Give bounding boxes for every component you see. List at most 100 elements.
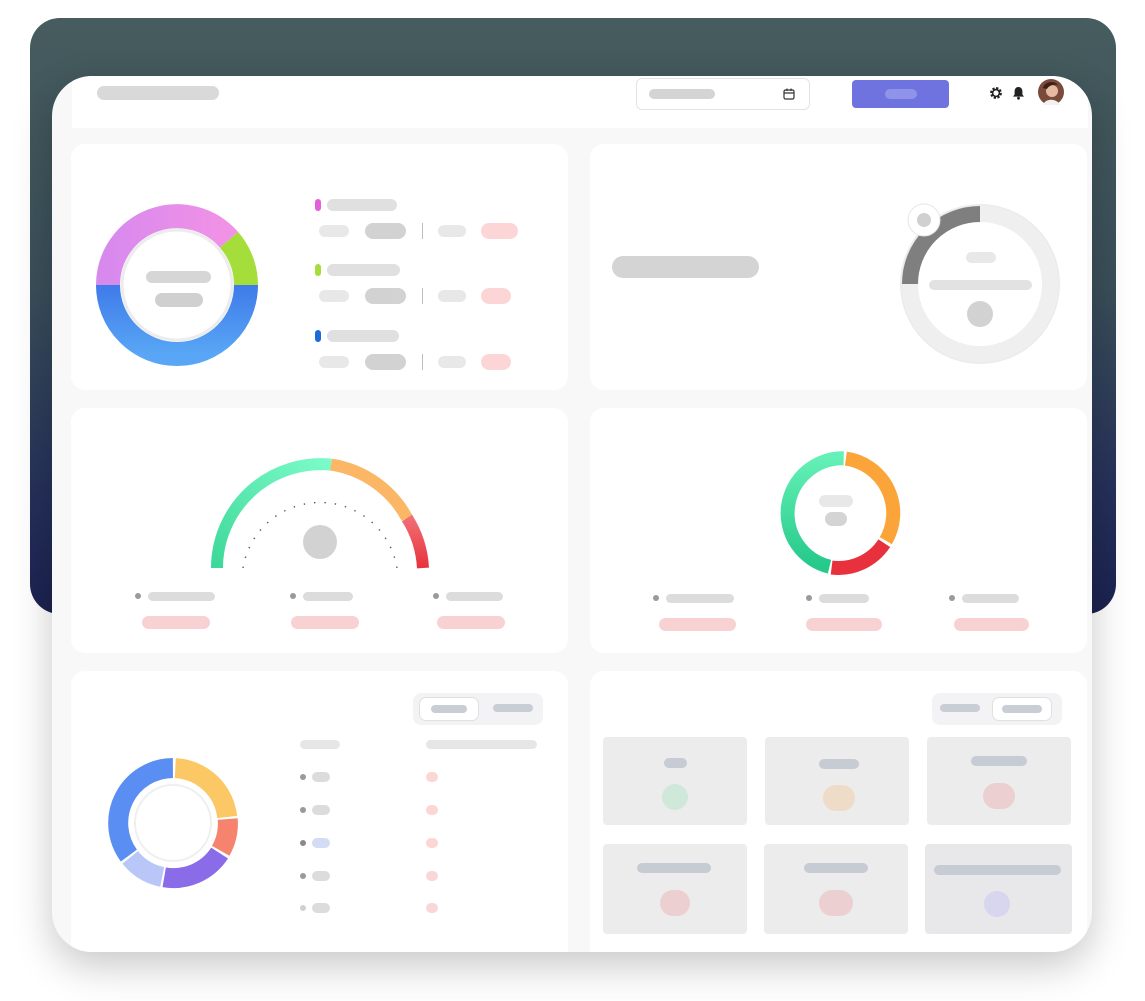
tile[interactable]	[603, 844, 747, 934]
avatar[interactable]	[1038, 79, 1064, 105]
legend-value	[438, 290, 466, 302]
table-row	[300, 903, 540, 915]
legend-dot	[949, 595, 955, 601]
primary-action-button[interactable]	[852, 80, 949, 108]
progress-title	[612, 256, 759, 278]
row-value	[426, 838, 438, 848]
breakdown-donut	[108, 758, 238, 889]
legend-value	[365, 223, 406, 239]
legend-divider	[422, 223, 423, 239]
legend-label	[327, 330, 399, 342]
row-value	[426, 805, 438, 815]
tile-badge	[819, 890, 853, 916]
legend-value	[437, 616, 505, 629]
row-value	[426, 871, 438, 881]
bell-icon[interactable]	[1012, 86, 1025, 100]
tab-label	[940, 704, 980, 712]
tile-badge	[983, 783, 1015, 809]
tile[interactable]	[765, 737, 909, 825]
date-picker[interactable]	[636, 78, 810, 110]
legend-item	[315, 264, 525, 312]
tile-label	[637, 863, 711, 873]
legend-label	[327, 264, 400, 276]
legend-item	[315, 199, 525, 247]
legend-value	[954, 618, 1029, 631]
legend-label	[327, 199, 397, 211]
legend-label	[819, 594, 869, 603]
legend-label	[666, 594, 734, 603]
legend-value	[806, 618, 882, 631]
date-picker-value	[649, 89, 715, 99]
tiles-tab-2[interactable]	[992, 697, 1052, 721]
table-row	[300, 871, 540, 883]
distribution-card	[590, 408, 1087, 653]
legend-label	[962, 594, 1019, 603]
table-row	[300, 838, 540, 850]
tab-label	[431, 705, 467, 713]
legend-value	[319, 290, 349, 302]
row-dot	[300, 905, 306, 911]
legend-value	[365, 354, 406, 370]
row-label	[312, 805, 330, 815]
legend-value	[142, 616, 210, 629]
tab-label	[1002, 705, 1042, 713]
tab-label	[493, 704, 533, 712]
breakdown-tab-1[interactable]	[419, 697, 479, 721]
gauge-legend-item	[433, 590, 513, 630]
speed-gauge	[211, 458, 429, 569]
tile-label	[819, 759, 859, 769]
legend-dot	[433, 593, 439, 599]
gauge-legend-item	[135, 590, 215, 630]
tiles-tab-1[interactable]	[936, 697, 992, 719]
tile[interactable]	[925, 844, 1072, 934]
distribution-legend-item	[806, 592, 891, 632]
row-value	[426, 772, 438, 782]
calendar-icon[interactable]	[783, 88, 795, 100]
legend-label	[446, 592, 503, 601]
allocation-card	[71, 144, 568, 390]
tiles-card	[590, 671, 1087, 952]
column-header	[300, 740, 340, 749]
top-bar	[72, 76, 1088, 128]
legend-value	[659, 618, 736, 631]
legend-divider	[422, 354, 423, 370]
legend-value	[365, 288, 406, 304]
table-row	[300, 805, 540, 817]
distribution-legend-item	[949, 592, 1034, 632]
row-label	[312, 838, 330, 848]
legend-divider	[422, 288, 423, 304]
page-title	[97, 86, 219, 100]
distribution-legend-item	[653, 592, 738, 632]
progress-ring	[900, 203, 1060, 364]
gauge-card	[71, 408, 568, 653]
tile-label	[934, 865, 1061, 875]
distribution-donut	[780, 451, 901, 576]
tile-label	[664, 758, 687, 768]
tile-badge	[823, 785, 855, 811]
legend-label	[303, 592, 353, 601]
primary-action-label	[885, 89, 917, 99]
legend-change	[481, 288, 511, 304]
legend-value	[438, 225, 466, 237]
legend-value	[319, 356, 349, 368]
gear-icon[interactable]	[989, 86, 1003, 100]
breakdown-tab-2[interactable]	[483, 697, 539, 719]
legend-value	[319, 225, 349, 237]
breakdown-card	[71, 671, 568, 952]
legend-dot	[290, 593, 296, 599]
tile-label	[804, 863, 868, 873]
tile[interactable]	[764, 844, 908, 934]
tile-badge	[662, 784, 688, 810]
allocation-donut	[96, 204, 258, 366]
tile[interactable]	[603, 737, 747, 825]
gauge-legend-item	[290, 590, 370, 630]
tiles-tab-group	[932, 693, 1062, 725]
row-label	[312, 871, 330, 881]
legend-dot	[806, 595, 812, 601]
tile-badge	[984, 891, 1010, 917]
row-dot	[300, 840, 306, 846]
tile[interactable]	[927, 737, 1071, 825]
row-dot	[300, 873, 306, 879]
column-header	[426, 740, 537, 749]
tile-label	[971, 756, 1027, 766]
